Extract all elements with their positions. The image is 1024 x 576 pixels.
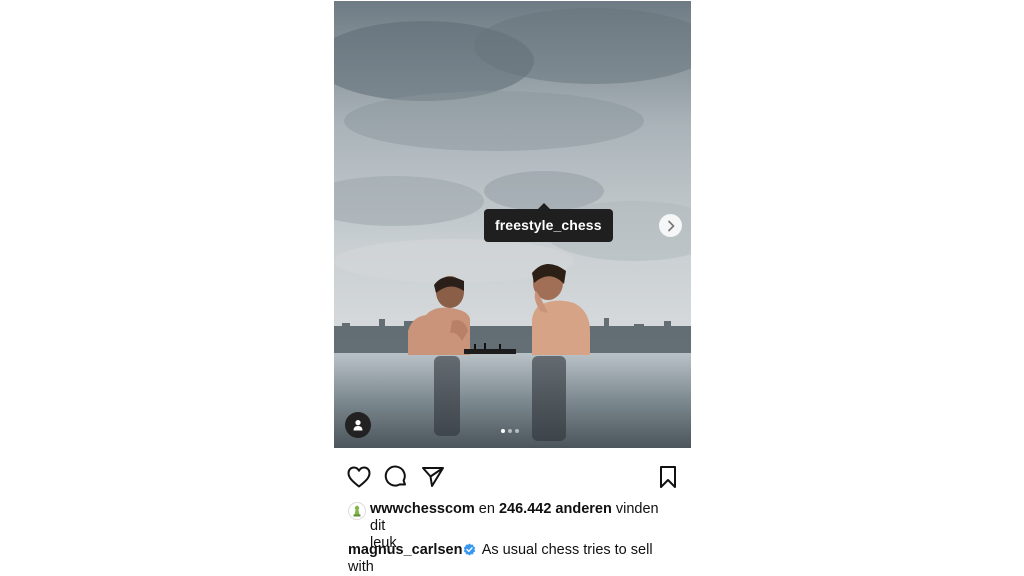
paper-plane-icon: [422, 467, 444, 487]
person-icon: [353, 420, 363, 431]
tag-tooltip[interactable]: freestyle_chess: [484, 203, 613, 242]
carousel-dot: [508, 429, 512, 433]
carousel-indicator: [501, 429, 519, 433]
carousel-dot-active: [501, 429, 505, 433]
liker-username[interactable]: wwwchesscom: [370, 501, 475, 517]
like-button[interactable]: [346, 464, 372, 490]
likes-connector: en: [478, 501, 495, 517]
comment-bubble-icon: [384, 465, 406, 487]
chevron-right-icon: [667, 220, 674, 231]
post-photo[interactable]: freestyle_chess: [334, 1, 691, 448]
author-username[interactable]: magnus_carlsen: [348, 542, 462, 558]
likes-count[interactable]: 246.442 anderen: [499, 501, 612, 517]
post-action-bar: [346, 464, 680, 490]
carousel-dot: [515, 429, 519, 433]
post-caption: magnus_carlsen As usual chess tries to s…: [348, 542, 678, 576]
tagged-users-button[interactable]: [345, 412, 371, 438]
share-button[interactable]: [420, 464, 446, 490]
verified-badge-icon: [464, 543, 476, 556]
comment-button[interactable]: [383, 464, 409, 490]
chess-pawn-icon: [353, 505, 361, 517]
heart-icon: [347, 466, 371, 488]
liker-avatar[interactable]: [348, 502, 366, 520]
carousel-next-button[interactable]: [659, 214, 682, 237]
save-button[interactable]: [655, 464, 681, 490]
bookmark-icon: [660, 466, 676, 488]
